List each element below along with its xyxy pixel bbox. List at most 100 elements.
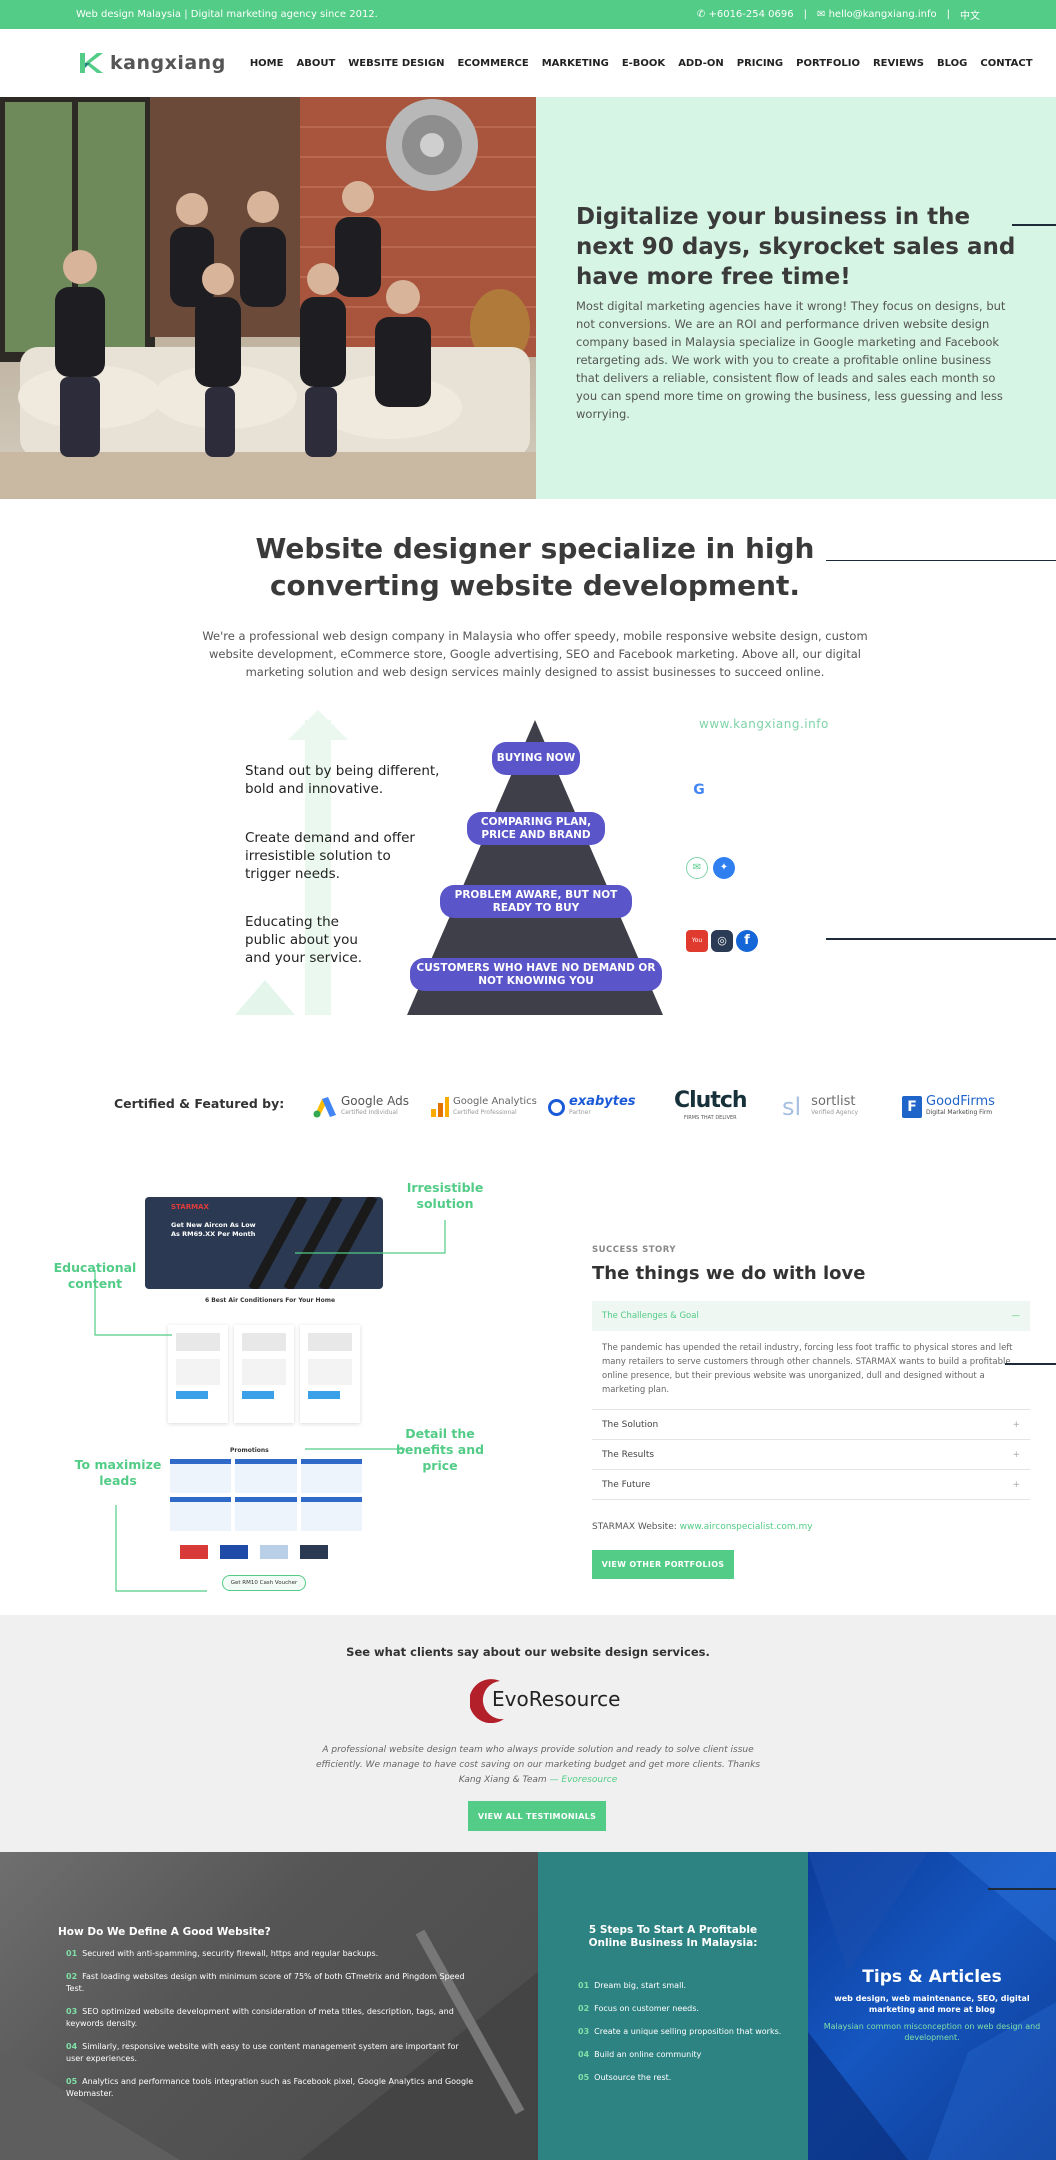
tips-subtitle: web design, web maintenance, SEO, digita… <box>834 1994 1030 2014</box>
goodfirms-badge[interactable]: F GoodFirms Digital Marketing Firm <box>902 1088 995 1126</box>
plus-icon: + <box>1012 1419 1020 1430</box>
good-website-list: 01 Secured with anti-spamming, security f… <box>58 1948 478 2100</box>
accordion-future[interactable]: The Future + <box>592 1470 1030 1500</box>
marketing-funnel: Stand out by being different, bold and i… <box>210 700 850 1030</box>
nav-item-blog[interactable]: BLOG <box>937 58 967 69</box>
hero-panel: Digitalize your business in the next 90 … <box>536 97 1056 499</box>
accordion-results[interactable]: The Results + <box>592 1440 1030 1470</box>
google-ads-badge[interactable]: Google Ads Certified Individual <box>312 1088 409 1126</box>
tagline: Web design Malaysia | Digital marketing … <box>76 9 378 20</box>
top-bar: Web design Malaysia | Digital marketing … <box>0 0 1056 29</box>
callout-irresistible: Irresistible solution <box>406 1180 484 1211</box>
nav-menu: HOME ABOUT WEBSITE DESIGN ECOMMERCE MARK… <box>250 58 1033 69</box>
portfolio-site: STARMAX Website: www.airconspecialist.co… <box>592 1522 813 1532</box>
exabytes-badge[interactable]: exabytes Partner <box>548 1088 636 1126</box>
nav-item-website-design[interactable]: WEBSITE DESIGN <box>348 58 444 69</box>
evoresource-logo: EvoResource <box>470 1675 620 1723</box>
certified-label: Certified & Featured by: <box>114 1096 285 1111</box>
email-icon: ✉ <box>686 857 708 879</box>
tips-title: Tips & Articles <box>862 1967 1002 1987</box>
testimonial-section: See what clients say about our website d… <box>0 1615 1056 1852</box>
google-ads-icon <box>313 1097 336 1118</box>
callout-detail: Detail the benefits and price <box>395 1426 485 1473</box>
testimonial-quote: A professional website design team who a… <box>315 1745 761 1785</box>
funnel-stage-comparing: COMPARING PLAN, PRICE AND BRAND <box>467 812 605 845</box>
top-contacts: ✆ +6016-254 0696 | ✉ hello@kangxiang.inf… <box>696 7 980 22</box>
tips-text[interactable]: Malaysian common misconception on web de… <box>818 2021 1046 2043</box>
list-item: 04 Similarly, responsive website with eas… <box>66 2042 459 2063</box>
google-analytics-badge[interactable]: Google Analytics Certified Professional <box>430 1088 537 1126</box>
sortlist-badge[interactable]: sl sortlist Verified Agency <box>782 1088 858 1126</box>
plus-icon: + <box>1012 1479 1020 1490</box>
testimonial-author: — Evoresource <box>549 1775 618 1785</box>
intro-text: We're a professional web design company … <box>202 629 868 679</box>
decorative-line <box>826 560 1056 561</box>
clutch-badge[interactable]: Clutch FIRMS THAT DELIVER <box>674 1088 748 1126</box>
callout-connectors <box>94 1220 446 1592</box>
success-story-label: SUCCESS STORY <box>592 1245 677 1255</box>
funnel-stage-buying: BUYING NOW <box>492 742 580 775</box>
instagram-icon: ◎ <box>711 930 733 952</box>
decorative-line <box>1012 224 1056 226</box>
nav-item-marketing[interactable]: MARKETING <box>542 58 609 69</box>
google-analytics-icon <box>431 1097 449 1117</box>
funnel-stage-problem-aware: PROBLEM AWARE, BUT NOT READY TO BUY <box>440 885 632 918</box>
decorative-line <box>826 938 1056 940</box>
exabytes-icon <box>548 1098 565 1116</box>
tips-panel[interactable]: Tips & Articles web design, web maintena… <box>808 1852 1056 2160</box>
callout-educational: Educational content <box>53 1260 137 1291</box>
list-item: 02 Fast loading websites design with mini… <box>66 1972 465 1993</box>
arrow-head-shape <box>235 980 295 1015</box>
list-item: 02 Focus on customer needs. <box>578 2004 699 2013</box>
plus-icon: + <box>1012 1449 1020 1460</box>
google-icon: G <box>693 782 705 798</box>
funnel-label: Educating the public about you and your … <box>245 914 362 966</box>
steps-panel: 5 Steps To Start A Profitable Online Bus… <box>538 1852 808 2160</box>
nav-item-pricing[interactable]: PRICING <box>737 58 783 69</box>
minus-icon: — <box>1011 1311 1021 1321</box>
steps-list: 01 Dream big, start small. 02 Focus on cus… <box>578 1980 788 2095</box>
nav-item-contact[interactable]: CONTACT <box>980 58 1032 69</box>
sortlist-icon: sl <box>782 1093 802 1121</box>
hero-team-photo <box>0 97 536 499</box>
good-website-content: How Do We Define A Good Website? 01 Secur… <box>58 1926 478 2111</box>
nav-item-ebook[interactable]: E-BOOK <box>622 58 665 69</box>
phone-link[interactable]: ✆ +6016-254 0696 <box>697 9 794 20</box>
funnel-site-url: www.kangxiang.info <box>699 717 829 731</box>
nav-item-about[interactable]: ABOUT <box>296 58 335 69</box>
client-name: EvoResource <box>492 1687 621 1711</box>
list-item: 03 Create a unique selling proposition th… <box>578 2027 782 2036</box>
page: Web design Malaysia | Digital marketing … <box>0 0 1056 2160</box>
main-nav: kangxiang HOME ABOUT WEBSITE DESIGN ECOM… <box>0 29 1056 97</box>
team-photo-illustration <box>0 97 536 499</box>
nav-item-home[interactable]: HOME <box>250 58 284 69</box>
messenger-icon: ✦ <box>713 857 735 879</box>
view-portfolios-button[interactable]: VIEW OTHER PORTFOLIOS <box>592 1550 734 1579</box>
logo-mark-icon <box>80 53 103 73</box>
email-link[interactable]: ✉ hello@kangxiang.info <box>817 9 937 20</box>
accordion-challenges[interactable]: The Challenges & Goal — <box>592 1301 1030 1331</box>
nav-item-add-on[interactable]: ADD-ON <box>678 58 724 69</box>
portfolio-site-link[interactable]: www.airconspecialist.com.my <box>680 1522 813 1532</box>
nav-item-ecommerce[interactable]: ECOMMERCE <box>457 58 528 69</box>
logo[interactable]: kangxiang <box>78 50 226 76</box>
nav-item-reviews[interactable]: REVIEWS <box>873 58 924 69</box>
goodfirms-icon: F <box>902 1096 922 1118</box>
hero-title: Digitalize your business in the next 90 … <box>576 204 1016 290</box>
intro-title: Website designer specialize in high conv… <box>255 532 815 602</box>
brand-name: kangxiang <box>110 52 226 74</box>
nav-item-portfolio[interactable]: PORTFOLIO <box>796 58 860 69</box>
list-item: 03 SEO optimized website development with… <box>66 2007 454 2028</box>
list-item: 05 Analytics and performance tools integr… <box>66 2077 474 2098</box>
list-item: 01 Secured with anti-spamming, security f… <box>66 1949 379 1958</box>
funnel-stage-no-demand: CUSTOMERS WHO HAVE NO DEMAND OR NOT KNOW… <box>410 958 662 991</box>
view-testimonials-button[interactable]: VIEW ALL TESTIMONIALS <box>468 1801 606 1831</box>
list-item: 05 Outsource the rest. <box>578 2073 672 2082</box>
language-switch[interactable]: 中文 <box>960 7 980 22</box>
funnel-label: Create demand and offer irresistible sol… <box>245 830 415 882</box>
testimonial-heading: See what clients say about our website d… <box>346 1645 710 1659</box>
good-website-panel: How Do We Define A Good Website? 01 Secur… <box>0 1852 538 2160</box>
list-item: 01 Dream big, start small. <box>578 1981 687 1990</box>
accordion-solution[interactable]: The Solution + <box>592 1410 1030 1440</box>
facebook-icon: f <box>736 930 758 952</box>
